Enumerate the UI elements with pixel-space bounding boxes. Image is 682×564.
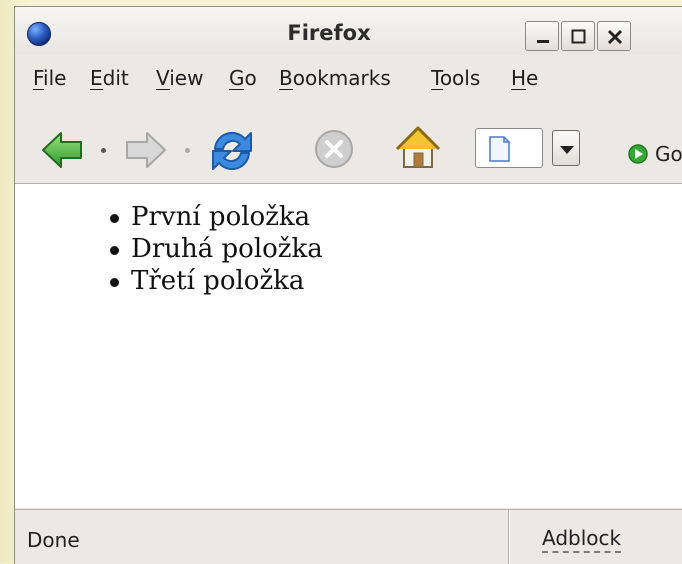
forward-arrow-icon[interactable] [123,130,167,170]
page-icon [489,136,510,162]
minimize-button[interactable] [525,21,559,51]
location-box[interactable] [475,128,543,168]
menu-view[interactable]: View [156,66,203,90]
browser-window: Firefox File Edit View Go Bookmarks Tool… [14,6,682,564]
adblock-status-button[interactable]: Adblock [542,526,622,553]
menu-bookmarks[interactable]: Bookmarks [279,66,391,90]
status-text: Done [27,528,80,552]
menu-edit-mnemonic [90,89,103,90]
navigation-toolbar: Go [15,99,682,184]
go-icon[interactable] [627,143,649,165]
menu-tools[interactable]: Tools [431,66,480,90]
forward-dropdown-icon[interactable] [185,148,190,153]
bullet-list: První položka Druhá položka Třetí položk… [101,201,323,297]
menu-help-mnemonic [511,89,526,90]
location-dropdown-button[interactable] [552,130,580,166]
list-item-text: První položka [131,202,311,232]
list-item: Druhá položka [101,233,323,265]
menu-go[interactable]: Go [229,66,257,90]
menu-edit[interactable]: Edit [90,66,129,90]
bullet-icon [110,278,119,287]
close-button[interactable] [597,21,631,51]
list-item: První položka [101,201,323,233]
status-divider-highlight [509,510,510,564]
list-item-text: Druhá položka [131,234,323,264]
bullet-icon [110,214,119,223]
menu-view-mnemonic [156,89,170,90]
stop-icon[interactable] [313,128,355,170]
go-button-label[interactable]: Go [655,142,682,166]
home-icon[interactable] [393,123,443,173]
menu-tools-mnemonic [431,89,443,90]
back-dropdown-icon[interactable] [101,148,106,153]
menu-bar: File Edit View Go Bookmarks Tools He [15,55,682,99]
list-item: Třetí položka [101,265,323,297]
list-item-text: Třetí položka [131,266,305,296]
minimize-icon [537,40,549,43]
bullet-icon [110,246,119,255]
menu-file-mnemonic [33,89,44,90]
menu-bookmarks-mnemonic [279,89,293,90]
back-arrow-icon[interactable] [41,130,85,170]
title-bar[interactable]: Firefox [15,7,682,55]
reload-icon[interactable] [207,125,257,175]
maximize-icon [571,29,586,44]
menu-file[interactable]: File [33,66,66,90]
menu-help[interactable]: He [511,66,538,90]
page-content: První položka Druhá položka Třetí položk… [15,184,682,508]
chevron-down-icon [560,146,574,154]
close-icon [607,29,623,45]
menu-go-mnemonic [229,89,244,90]
maximize-button[interactable] [561,21,595,51]
status-bar: Done Adblock [15,509,682,564]
